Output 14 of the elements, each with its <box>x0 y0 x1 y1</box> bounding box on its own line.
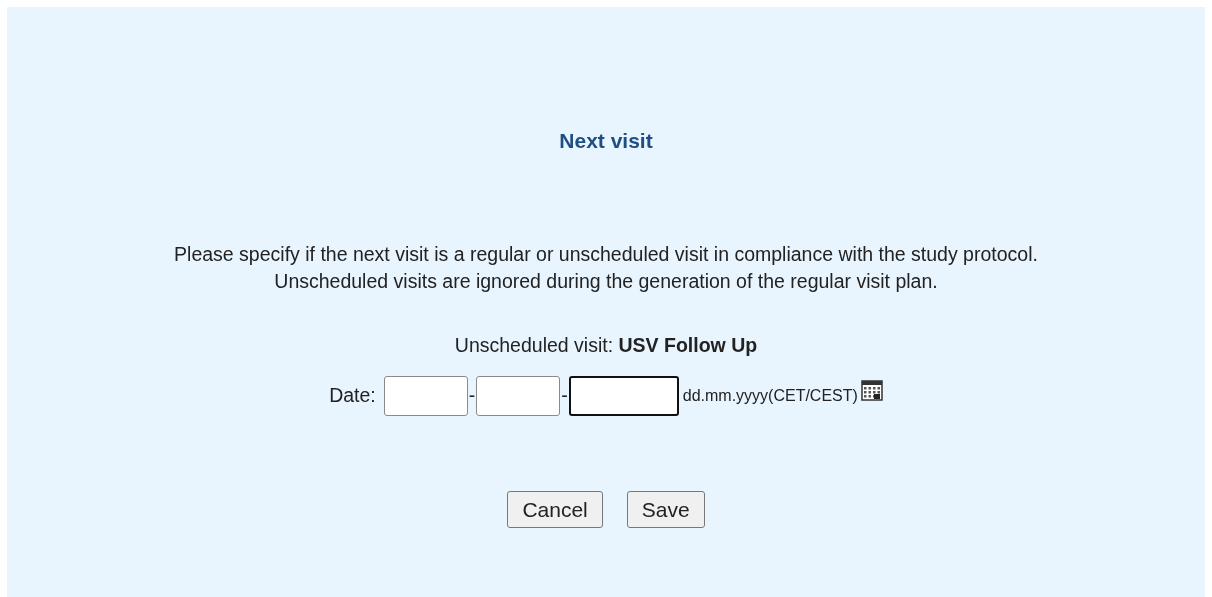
date-separator: - <box>468 383 476 409</box>
dialog-title: Next visit <box>558 128 654 154</box>
date-input-field[interactable] <box>476 375 561 416</box>
date-separator: - <box>561 383 568 409</box>
dialog-button[interactable]: Save <box>626 490 705 529</box>
description-text: Unscheduled visits are ignored during the generation of the regular visit plan. <box>274 269 938 292</box>
dialog-button[interactable]: Cancel <box>507 490 603 529</box>
visit-label: Unscheduled visit: USV Follow Up <box>454 333 758 356</box>
description-text: Please specify if the next visit is a regular or unscheduled visit in compliance with the study protocol. <box>174 242 1038 265</box>
date-format-hint: dd.mm.yyyy(CET/CEST) <box>682 385 858 406</box>
calendar-icon[interactable] <box>860 378 883 401</box>
date-label: Date: <box>329 383 376 409</box>
date-input-field[interactable] <box>568 375 679 416</box>
date-input-field[interactable] <box>383 375 468 416</box>
